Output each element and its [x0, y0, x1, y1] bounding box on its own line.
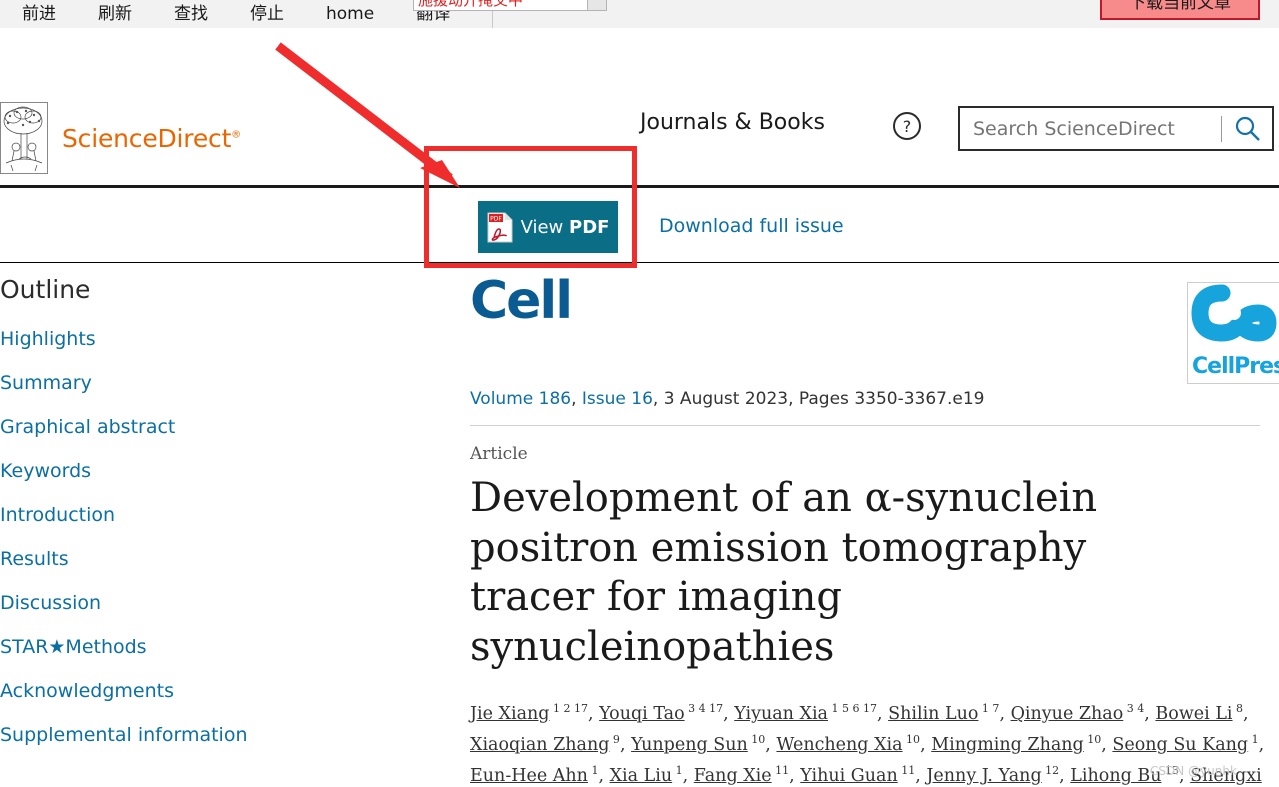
outline-item-introduction[interactable]: Introduction: [0, 504, 440, 526]
sciencedirect-registered-mark: ®: [231, 129, 241, 141]
outline-item-keywords[interactable]: Keywords: [0, 460, 440, 482]
ext-input-spinner[interactable]: [587, 0, 607, 11]
article-action-bar: PDF View PDF Download full issue: [0, 191, 1279, 263]
outline-item-discussion[interactable]: Discussion: [0, 592, 440, 614]
search-bar: [958, 106, 1274, 151]
volume-issue-line: Volume 186, Issue 16, 3 August 2023, Pag…: [470, 389, 1279, 409]
article-main: Cell Volume 186, Issue 16, 3 August 2023…: [470, 275, 1279, 787]
issue-link[interactable]: Issue 16: [582, 389, 653, 409]
page-title: Development of an α-synuclein positron e…: [470, 475, 1098, 670]
cell-journal-logo[interactable]: Cell: [470, 275, 1279, 327]
outline-item-graphical-abstract[interactable]: Graphical abstract: [0, 416, 440, 438]
sciencedirect-header: ScienceDirect® Journals & Books ?: [0, 90, 1279, 188]
ext-text-input-value: 施援动开掩交中: [418, 0, 524, 9]
view-pdf-button[interactable]: PDF View PDF: [478, 201, 618, 253]
ext-button-find[interactable]: 查找: [174, 0, 208, 28]
toolbar-gap: [0, 28, 1279, 90]
screenshot-root: 前进 刷新 查找 停止 home 翻译 施援动开掩交中 下载当前文章 Scien…: [0, 0, 1279, 787]
search-input[interactable]: [960, 108, 1221, 149]
help-icon[interactable]: ?: [893, 112, 921, 140]
outline-sidebar: Outline Highlights Summary Graphical abs…: [0, 275, 440, 768]
sciencedirect-wordmark: ScienceDirect®: [62, 124, 241, 153]
outline-item-highlights[interactable]: Highlights: [0, 328, 440, 350]
cellpress-wordmark: CellPress: [1192, 354, 1279, 379]
outline-item-star-methods[interactable]: STAR★Methods: [0, 636, 440, 658]
watermark: CSDN @yunhk: [1150, 764, 1237, 778]
view-pdf-label: View PDF: [521, 217, 610, 238]
outline-item-summary[interactable]: Summary: [0, 372, 440, 394]
volume-issue-comma: ,: [571, 389, 582, 409]
cellpress-mark-icon: [1191, 284, 1277, 342]
view-pdf-prefix: View: [520, 216, 569, 238]
article-type-label: Article: [470, 444, 528, 464]
ext-button-refresh[interactable]: 刷新: [98, 0, 132, 28]
ext-button-forward[interactable]: 前进: [22, 0, 56, 28]
outline-item-supplemental-information[interactable]: Supplemental information: [0, 724, 440, 746]
ext-button-home[interactable]: home: [326, 0, 374, 28]
search-icon[interactable]: [1222, 115, 1272, 142]
outline-title: Outline: [0, 275, 91, 304]
elsevier-tree-icon: [0, 102, 48, 174]
view-pdf-strong: PDF: [569, 216, 610, 238]
date-pages-text: , 3 August 2023, Pages 3350-3367.e19: [652, 389, 985, 409]
sciencedirect-logo[interactable]: ScienceDirect®: [0, 102, 241, 174]
sciencedirect-wordmark-text: ScienceDirect: [62, 123, 232, 153]
ext-button-stop[interactable]: 停止: [250, 0, 284, 28]
download-full-issue-link[interactable]: Download full issue: [659, 215, 844, 237]
outline-item-results[interactable]: Results: [0, 548, 440, 570]
volume-link[interactable]: Volume 186: [470, 389, 571, 409]
ext-text-input[interactable]: 施援动开掩交中: [413, 0, 596, 11]
svg-text:PDF: PDF: [490, 216, 502, 223]
cellpress-logo: CellPress: [1187, 282, 1279, 384]
author-names[interactable]: Jie Xiang 1 2 17, Youqi Tao 3 4 17, Yiyu…: [470, 702, 1264, 787]
journals-and-books-link[interactable]: Journals & Books: [640, 110, 825, 135]
outline-item-acknowledgments[interactable]: Acknowledgments: [0, 680, 440, 702]
browser-extension-toolbar: 前进 刷新 查找 停止 home 翻译 施援动开掩交中 下载当前文章: [0, 0, 1279, 28]
pdf-file-icon: PDF: [487, 212, 513, 243]
divider-rule: [470, 425, 1260, 426]
download-current-article-button[interactable]: 下载当前文章: [1100, 0, 1260, 20]
